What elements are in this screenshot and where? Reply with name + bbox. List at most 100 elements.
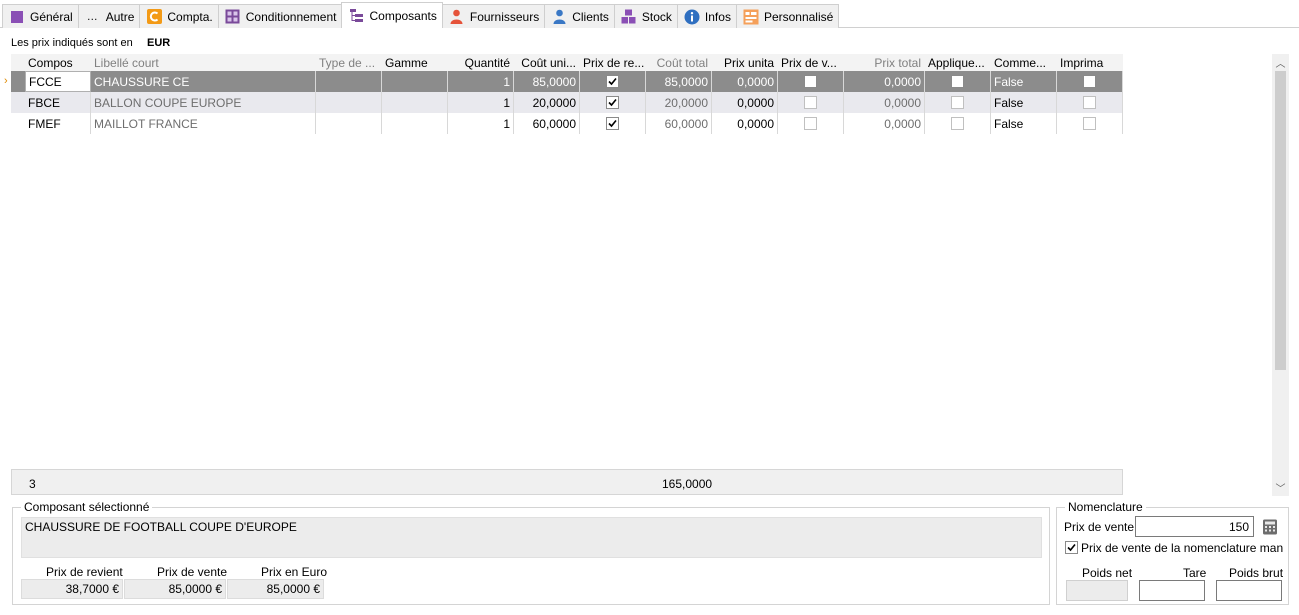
cell-prix-vente[interactable] xyxy=(778,71,844,92)
tab-fournisseurs[interactable]: Fournisseurs xyxy=(441,4,546,28)
col-header-imprime[interactable]: Imprima xyxy=(1057,54,1122,71)
scroll-thumb[interactable] xyxy=(1275,71,1286,370)
poids-net-input xyxy=(1066,580,1128,601)
cell-code[interactable]: FMEF xyxy=(25,113,91,134)
cell-label[interactable]: BALLON COUPE EUROPE xyxy=(91,92,316,113)
tab-composants[interactable]: Composants xyxy=(341,2,443,28)
cell-code[interactable]: FBCE xyxy=(25,92,91,113)
cell-prix-vente[interactable] xyxy=(778,113,844,134)
info-icon xyxy=(684,9,700,25)
imprime-checkbox[interactable] xyxy=(1083,96,1096,109)
prix-vente-checkbox[interactable] xyxy=(804,117,817,130)
cell-label[interactable]: MAILLOT FRANCE xyxy=(91,113,316,134)
cell-gamme[interactable] xyxy=(382,113,448,134)
cell-cout-total[interactable]: 85,0000 xyxy=(646,71,712,92)
col-header-type[interactable]: Type de ... xyxy=(316,54,381,71)
tab-clients[interactable]: Clients xyxy=(544,4,615,28)
prix-revient-checkbox[interactable] xyxy=(606,96,619,109)
table-row[interactable]: › FCCE CHAUSSURE CE 1 85,0000 85,0000 0,… xyxy=(4,71,1123,92)
tab-stock[interactable]: Stock xyxy=(613,4,678,28)
col-header-prix-revient[interactable]: Prix de re... xyxy=(580,54,645,71)
col-header-applique[interactable]: Applique... xyxy=(925,54,990,71)
cell-cout-total[interactable]: 60,0000 xyxy=(646,113,712,134)
col-header-cout-total[interactable]: Coût total xyxy=(646,54,711,71)
cell-prix-total[interactable]: 0,0000 xyxy=(844,113,925,134)
cell-type[interactable] xyxy=(316,113,382,134)
tab-autre[interactable]: … Autre xyxy=(77,4,141,28)
tab-label: Infos xyxy=(704,9,731,24)
col-header-quantite[interactable]: Quantité xyxy=(448,54,513,71)
cell-cout-unitaire[interactable]: 60,0000 xyxy=(514,113,580,134)
vertical-scrollbar[interactable]: ︿ ﹀ xyxy=(1272,54,1289,496)
applique-checkbox[interactable] xyxy=(951,117,964,130)
prix-revient-label: Prix de revient xyxy=(46,565,123,579)
tab-conditionnement[interactable]: Conditionnement xyxy=(217,4,343,28)
col-header-prix-unitaire[interactable]: Prix unita xyxy=(712,54,777,71)
cell-imprime[interactable] xyxy=(1057,92,1123,113)
cell-prix-revient[interactable] xyxy=(580,71,646,92)
cell-type[interactable] xyxy=(316,71,382,92)
cell-prix-total[interactable]: 0,0000 xyxy=(844,71,925,92)
cell-cout-total[interactable]: 20,0000 xyxy=(646,92,712,113)
tab-infos[interactable]: Infos xyxy=(676,4,737,28)
applique-checkbox[interactable] xyxy=(951,75,964,88)
poids-net-label: Poids net xyxy=(1082,566,1133,580)
cell-prix-revient[interactable] xyxy=(580,113,646,134)
cell-commentaire[interactable]: False xyxy=(991,113,1057,134)
prix-euro-label: Prix en Euro xyxy=(261,565,328,579)
calculator-icon[interactable] xyxy=(1261,518,1279,536)
col-header-libelle[interactable]: Libellé court xyxy=(91,54,315,71)
imprime-checkbox[interactable] xyxy=(1083,117,1096,130)
table-row[interactable]: FBCE BALLON COUPE EUROPE 1 20,0000 20,00… xyxy=(11,92,1123,113)
prix-revient-checkbox[interactable] xyxy=(606,75,619,88)
cell-quantite[interactable]: 1 xyxy=(448,113,514,134)
grid-header: Compos Libellé court Type de ... Gamme Q… xyxy=(11,54,1123,71)
nomenclature-man-checkbox[interactable] xyxy=(1065,541,1078,554)
cell-commentaire[interactable]: False xyxy=(991,92,1057,113)
prix-vente-checkbox[interactable] xyxy=(804,96,817,109)
cell-prix-total[interactable]: 0,0000 xyxy=(844,92,925,113)
scroll-down-icon[interactable]: ﹀ xyxy=(1272,479,1289,496)
applique-checkbox[interactable] xyxy=(951,96,964,109)
col-header-prix-vente[interactable]: Prix de v... xyxy=(778,54,843,71)
col-header-cout-unitaire[interactable]: Coût uni... xyxy=(514,54,579,71)
cell-applique[interactable] xyxy=(925,113,991,134)
cell-prix-unitaire[interactable]: 0,0000 xyxy=(712,71,778,92)
cell-imprime[interactable] xyxy=(1057,113,1123,134)
tab-personnalise[interactable]: Personnalisé xyxy=(735,4,840,28)
tab-general[interactable]: Général xyxy=(2,4,79,28)
tare-input[interactable] xyxy=(1139,580,1205,601)
col-header-compos[interactable]: Compos xyxy=(25,54,90,71)
cell-applique[interactable] xyxy=(925,71,991,92)
cell-prix-revient[interactable] xyxy=(580,92,646,113)
prix-vente-value: 85,0000 € xyxy=(124,579,226,599)
cell-quantite[interactable]: 1 xyxy=(448,71,514,92)
cell-cout-unitaire[interactable]: 85,0000 xyxy=(514,71,580,92)
scroll-up-icon[interactable]: ︿ xyxy=(1272,54,1289,71)
dots-icon: … xyxy=(86,10,99,23)
selected-component-title: Composant sélectionné xyxy=(21,500,153,514)
col-header-commentaire[interactable]: Comme... xyxy=(991,54,1056,71)
cell-gamme[interactable] xyxy=(382,71,448,92)
prix-revient-checkbox[interactable] xyxy=(606,117,619,130)
poids-brut-input[interactable] xyxy=(1216,580,1282,601)
nomenclature-prix-vente-input[interactable]: 150 xyxy=(1135,516,1254,537)
prix-vente-checkbox[interactable] xyxy=(804,75,817,88)
cell-commentaire[interactable]: False xyxy=(991,71,1057,92)
cell-prix-vente[interactable] xyxy=(778,92,844,113)
col-header-prix-total[interactable]: Prix total xyxy=(844,54,924,71)
imprime-checkbox[interactable] xyxy=(1083,75,1096,88)
cell-prix-unitaire[interactable]: 0,0000 xyxy=(712,113,778,134)
cell-type[interactable] xyxy=(316,92,382,113)
cell-applique[interactable] xyxy=(925,92,991,113)
cell-quantite[interactable]: 1 xyxy=(448,92,514,113)
cell-cout-unitaire[interactable]: 20,0000 xyxy=(514,92,580,113)
cell-prix-unitaire[interactable]: 0,0000 xyxy=(712,92,778,113)
cell-gamme[interactable] xyxy=(382,92,448,113)
cell-label[interactable]: CHAUSSURE CE xyxy=(91,71,316,92)
table-row[interactable]: FMEF MAILLOT FRANCE 1 60,0000 60,0000 0,… xyxy=(11,113,1123,134)
col-header-gamme[interactable]: Gamme xyxy=(382,54,447,71)
tab-compta[interactable]: Compta. xyxy=(139,4,219,28)
cell-imprime[interactable] xyxy=(1057,71,1123,92)
cell-code[interactable]: FCCE xyxy=(25,71,91,92)
